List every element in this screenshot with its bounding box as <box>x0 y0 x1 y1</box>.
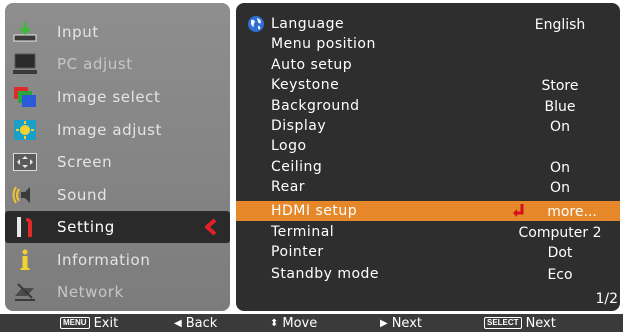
select-next-hint-label: Next <box>525 316 556 331</box>
setting-row-logo[interactable]: Logo <box>236 136 620 156</box>
setting-label: HDMI setup <box>271 203 358 219</box>
menu-item-information[interactable]: Information <box>5 244 230 276</box>
setting-value <box>506 34 614 54</box>
menu-item-label: Input <box>57 23 99 41</box>
setting-label: Language <box>271 16 345 32</box>
setting-row-menu-position[interactable]: Menu position <box>236 34 620 54</box>
globe-icon <box>248 16 264 32</box>
network-icon <box>12 280 38 304</box>
back-hint: ◀ Back <box>174 314 217 332</box>
triangle-left-icon: ◀ <box>174 318 182 329</box>
setting-label: Display <box>271 118 327 134</box>
control-hint-bar: MENU Exit ◀ Back ⬍ Move ▶ Next SELECT Next <box>0 314 623 332</box>
menu-item-label: Setting <box>57 218 115 236</box>
setting-submenu-panel: Language English Menu position Auto setu… <box>236 3 620 311</box>
select-next-hint: SELECT Next <box>484 314 556 332</box>
main-menu-panel: Input PC adjust Image select Image adjus… <box>5 3 230 311</box>
page-indicator: 1/2 <box>595 291 618 307</box>
menu-item-image-select[interactable]: Image select <box>5 81 230 113</box>
information-icon <box>12 248 38 272</box>
next-hint: ▶ Next <box>380 314 422 332</box>
setting-label: Standby mode <box>271 266 380 283</box>
setting-value: Computer 2 <box>518 224 602 241</box>
screen-icon <box>12 150 38 174</box>
menu-item-image-adjust[interactable]: Image adjust <box>5 114 230 146</box>
exit-hint-label: Exit <box>93 316 119 331</box>
setting-value: English <box>534 17 586 33</box>
menu-item-label: Image select <box>57 88 161 106</box>
setting-label: Terminal <box>271 223 335 240</box>
exit-hint: MENU Exit <box>60 314 118 332</box>
menu-item-network[interactable]: Network <box>5 276 230 308</box>
setting-value: more... <box>547 204 597 220</box>
setting-row-terminal[interactable]: Terminal Computer 2 <box>236 222 620 242</box>
setting-label: Background <box>271 97 360 114</box>
setting-value: On <box>550 119 570 135</box>
setting-value: On <box>550 159 570 176</box>
setting-value <box>506 55 614 75</box>
setting-value: Store <box>541 78 579 95</box>
menu-item-label: Network <box>57 283 124 301</box>
menu-item-pc-adjust[interactable]: PC adjust <box>5 48 230 80</box>
setting-value: Blue <box>544 98 576 115</box>
menu-item-label: Image adjust <box>57 121 163 139</box>
setting-row-display[interactable]: Display On <box>236 116 620 136</box>
setting-label: Pointer <box>271 243 324 260</box>
menu-item-label: Information <box>57 251 151 269</box>
setting-value <box>506 136 614 156</box>
move-hint: ⬍ Move <box>270 314 317 332</box>
setting-label: Auto setup <box>271 56 353 73</box>
up-down-arrow-icon: ⬍ <box>270 318 279 329</box>
setting-value: Eco <box>547 267 573 284</box>
chevron-left-icon <box>205 218 217 236</box>
setting-row-standby-mode[interactable]: Standby mode Eco <box>236 264 620 284</box>
setting-label: Keystone <box>271 77 340 94</box>
setting-value: On <box>550 180 570 197</box>
setting-icon <box>12 215 38 239</box>
setting-label: Menu position <box>271 36 376 53</box>
input-icon <box>12 20 38 44</box>
menu-item-input[interactable]: Input <box>5 16 230 48</box>
setting-row-keystone[interactable]: Keystone Store <box>236 75 620 95</box>
pc-adjust-icon <box>12 52 38 76</box>
menu-item-label: PC adjust <box>57 55 133 73</box>
move-hint-label: Move <box>282 316 318 331</box>
image-adjust-icon <box>12 118 38 142</box>
image-select-icon <box>12 85 38 109</box>
menu-item-sound[interactable]: Sound <box>5 179 230 211</box>
menu-key-badge: MENU <box>60 317 90 329</box>
menu-item-label: Sound <box>57 186 108 204</box>
triangle-right-icon: ▶ <box>380 318 388 329</box>
setting-label: Ceiling <box>271 158 323 175</box>
setting-row-hdmi-setup[interactable]: HDMI setup more... <box>236 201 620 222</box>
setting-row-background[interactable]: Background Blue <box>236 96 620 116</box>
setting-row-rear[interactable]: Rear On <box>236 177 620 197</box>
back-hint-label: Back <box>185 316 218 331</box>
setting-label: Logo <box>271 138 307 155</box>
select-key-badge: SELECT <box>484 317 522 329</box>
menu-item-label: Screen <box>57 153 113 171</box>
sound-icon <box>12 183 38 207</box>
setting-row-auto-setup[interactable]: Auto setup <box>236 55 620 75</box>
setting-value: Dot <box>547 244 573 261</box>
menu-item-screen[interactable]: Screen <box>5 146 230 178</box>
setting-label: Rear <box>271 179 306 196</box>
menu-item-setting[interactable]: Setting <box>5 211 230 243</box>
setting-row-ceiling[interactable]: Ceiling On <box>236 157 620 177</box>
setting-row-pointer[interactable]: Pointer Dot <box>236 242 620 262</box>
setting-row-language[interactable]: Language English <box>236 14 620 34</box>
next-hint-label: Next <box>391 316 422 331</box>
